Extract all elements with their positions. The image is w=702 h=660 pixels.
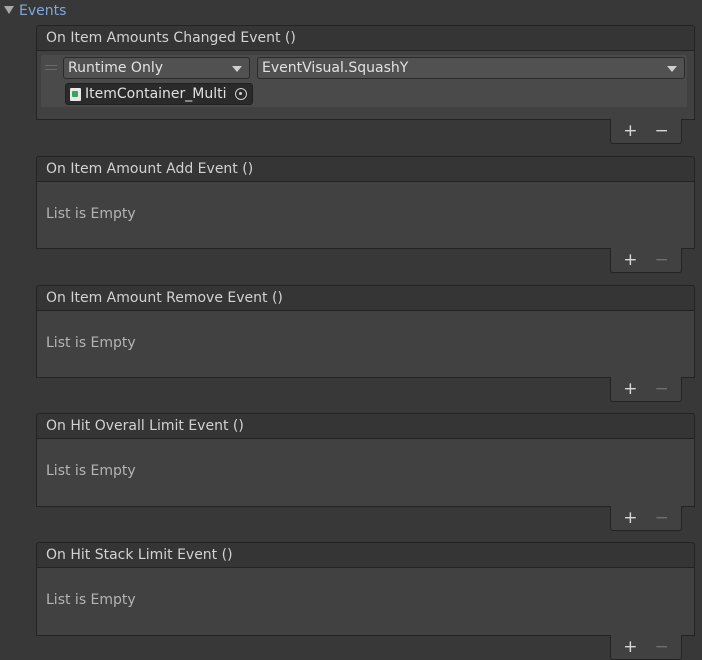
event-hit-stack-limit: On Hit Stack Limit Event () List is Empt… — [36, 542, 695, 636]
script-icon — [70, 88, 81, 101]
empty-list-text: List is Empty — [46, 335, 136, 351]
list-footer: + − — [610, 248, 682, 273]
remove-listener-button: − — [654, 508, 669, 528]
drag-handle-icon[interactable] — [45, 65, 57, 70]
add-listener-button[interactable]: + — [618, 508, 642, 528]
event-item-amount-add: On Item Amount Add Event () List is Empt… — [36, 156, 695, 249]
event-listener-list: List is Empty — [36, 181, 695, 249]
target-object-value: ItemContainer_Multi — [85, 86, 227, 102]
add-listener-button[interactable]: + — [618, 121, 642, 141]
event-listener-list: List is Empty — [36, 438, 695, 507]
event-title: On Item Amount Remove Event () — [36, 285, 695, 310]
event-title: On Hit Stack Limit Event () — [36, 542, 695, 567]
function-dropdown[interactable]: EventVisual.SquashY — [257, 57, 685, 79]
list-footer: + − — [610, 635, 682, 660]
empty-list-text: List is Empty — [46, 463, 136, 479]
remove-listener-button: − — [654, 250, 669, 270]
runtime-mode-dropdown[interactable]: Runtime Only — [63, 57, 250, 79]
add-listener-button[interactable]: + — [618, 250, 642, 270]
list-footer: + − — [610, 506, 682, 531]
triangle-down-icon[interactable] — [4, 6, 14, 14]
function-value: EventVisual.SquashY — [262, 60, 409, 76]
event-title: On Item Amounts Changed Event () — [36, 25, 695, 50]
remove-listener-button[interactable]: − — [650, 121, 674, 141]
event-title: On Item Amount Add Event () — [36, 156, 695, 181]
event-title: On Hit Overall Limit Event () — [36, 413, 695, 438]
target-object-field[interactable]: ItemContainer_Multi — [65, 83, 253, 105]
object-picker-button[interactable] — [230, 84, 252, 104]
add-listener-button[interactable]: + — [618, 637, 642, 657]
event-item-amounts-changed: On Item Amounts Changed Event () Runtime… — [36, 25, 695, 120]
event-listener-list: List is Empty — [36, 310, 695, 378]
chevron-down-icon — [667, 66, 677, 72]
event-hit-overall-limit: On Hit Overall Limit Event () List is Em… — [36, 413, 695, 507]
event-listener-list: Runtime Only EventVisual.SquashY ItemCon… — [36, 50, 695, 120]
list-footer: + − — [610, 377, 682, 402]
runtime-mode-value: Runtime Only — [68, 60, 163, 76]
empty-list-text: List is Empty — [46, 592, 136, 608]
listener-row: Runtime Only EventVisual.SquashY ItemCon… — [41, 55, 687, 107]
remove-listener-button: − — [654, 637, 669, 657]
list-footer: + − — [610, 119, 682, 144]
events-foldout[interactable]: Events — [0, 0, 702, 22]
object-picker-icon — [235, 88, 247, 100]
event-item-amount-remove: On Item Amount Remove Event () List is E… — [36, 285, 695, 378]
chevron-down-icon — [232, 66, 242, 72]
add-listener-button[interactable]: + — [618, 379, 642, 399]
remove-listener-button: − — [654, 379, 669, 399]
event-listener-list: List is Empty — [36, 567, 695, 636]
empty-list-text: List is Empty — [46, 206, 136, 222]
foldout-label[interactable]: Events — [19, 2, 66, 20]
